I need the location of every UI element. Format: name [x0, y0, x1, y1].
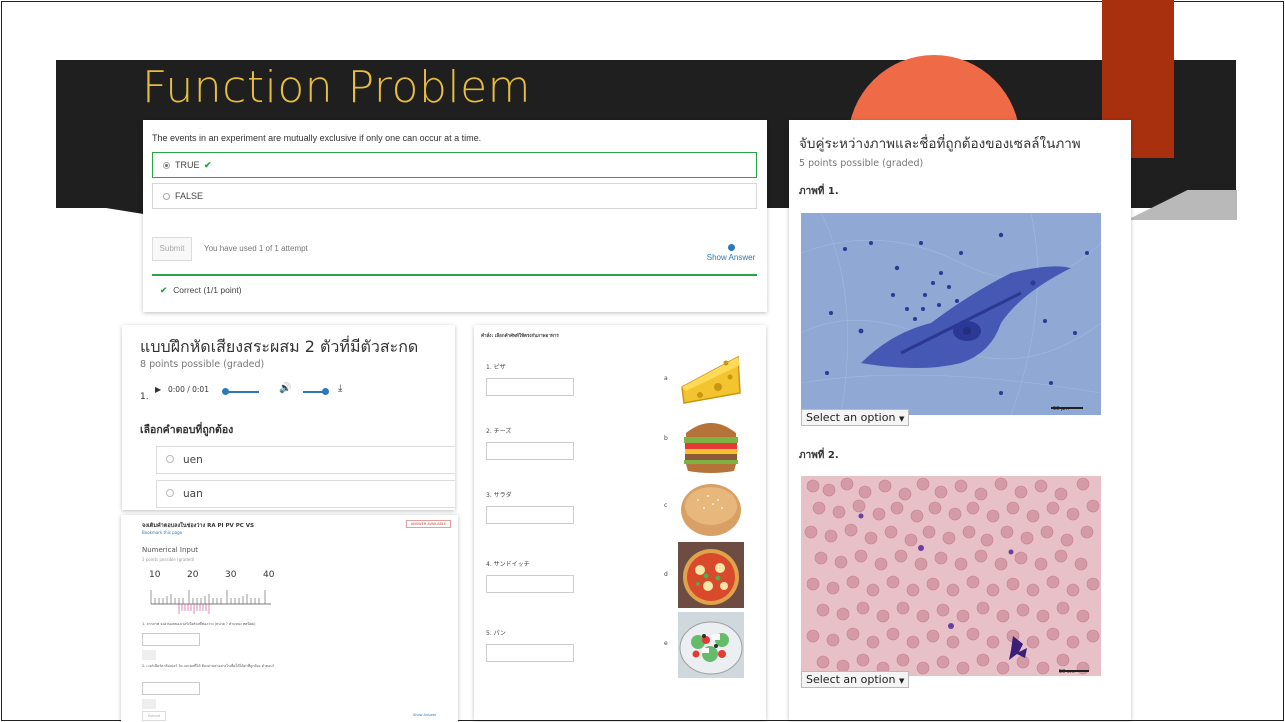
food-matching-panel: คำสั่ง: เลือกคำศัพท์ให้ตรงกับภาพอาหาร 1.… — [474, 325, 766, 720]
points-text: 8 points possible (graded) — [140, 359, 265, 370]
answer-input[interactable] — [486, 575, 574, 593]
points-text: 2 points possible (graded) — [142, 557, 195, 562]
answer-input[interactable] — [486, 644, 574, 662]
cell-matching-panel: จับคู่ระหว่างภาพและชื่อที่ถูกต้องของเซลล… — [789, 120, 1131, 720]
info-icon — [727, 244, 735, 251]
select-value: Select an option — [806, 673, 896, 686]
show-answer-label: Show Answer — [706, 253, 756, 262]
choice-letter: a — [664, 375, 668, 382]
choice-label: uan — [183, 488, 203, 500]
option-select-1[interactable]: Select an option ▼ — [801, 409, 910, 426]
instruction-text: คำสั่ง: เลือกคำศัพท์ให้ตรงกับภาพอาหาร — [481, 334, 559, 339]
radio-icon[interactable] — [163, 162, 170, 169]
matching-item: 4. サンドイッチ — [486, 559, 586, 593]
item-label: 4. サンドイッチ — [486, 561, 530, 568]
slide-title: Function Problem — [142, 62, 532, 113]
choice-letter: d — [664, 571, 668, 578]
chevron-down-icon: ▼ — [898, 677, 905, 685]
show-answer-button[interactable]: Show Answer — [701, 244, 761, 262]
question-text: 1. จากภาพ จงอ่านผลของเวอร์เนียร์ลงที่ช่อ… — [142, 622, 256, 626]
micrograph-image — [801, 213, 1101, 415]
download-icon[interactable]: ⤓ — [338, 383, 342, 394]
item-label: 2. チーズ — [486, 428, 512, 435]
radio-icon[interactable] — [163, 193, 170, 200]
option-false[interactable]: FALSE — [152, 183, 757, 209]
scale-label: 30 — [225, 570, 237, 580]
answer-input[interactable] — [486, 506, 574, 524]
choice-option[interactable]: uen — [156, 446, 455, 474]
scale-bar-label: 50 cm — [1059, 669, 1075, 675]
audio-time: 0:00 / 0:01 — [168, 385, 209, 394]
matching-item: 3. サラダ — [486, 490, 586, 524]
chevron-down-icon: ▼ — [898, 415, 905, 423]
volume-handle[interactable] — [322, 388, 329, 395]
choice-letter: c — [664, 502, 668, 509]
check-icon: ✔ — [204, 160, 212, 170]
audio-player[interactable]: ▶ 0:00 / 0:01 🔊 ⤓ — [155, 382, 365, 400]
scale-bar-label: 50 µm — [1053, 406, 1070, 412]
bookmark-link[interactable]: Bookmark this page — [142, 530, 182, 535]
question-text: 2. เวอร์เนียร์คาลิปเปอร์ วัด และผลที่ได้… — [142, 664, 275, 668]
select-value: Select an option — [806, 411, 896, 424]
audio-progress-track[interactable] — [225, 391, 259, 393]
matching-item: 1. ピザ — [486, 362, 586, 396]
choice-label: uen — [183, 454, 203, 466]
answer-input[interactable] — [486, 442, 574, 460]
check-button[interactable] — [142, 650, 156, 660]
pronunciation-panel: แบบฝึกหัดเสียงสระผสม 2 ตัวที่มีตัวสะกด 8… — [122, 325, 455, 510]
vernier-scale: 10 20 30 40 — [149, 570, 279, 625]
matching-item: 2. チーズ — [486, 426, 586, 460]
radio-icon[interactable] — [166, 489, 174, 497]
status-badge: ANSWER AVAILABLE — [406, 520, 451, 528]
truefalse-panel: The events in an experiment are mutually… — [143, 120, 767, 312]
salad-icon — [678, 612, 744, 678]
submit-button[interactable]: Submit — [142, 711, 166, 721]
scale-label: 10 — [149, 570, 161, 580]
choice-letter: b — [664, 435, 668, 442]
question-number: 1. — [140, 392, 149, 402]
item-label: 1. ピザ — [486, 364, 506, 371]
problem-title: จับคู่ระหว่างภาพและชื่อที่ถูกต้องของเซลล… — [799, 136, 1081, 152]
question-text: The events in an experiment are mutually… — [152, 133, 482, 143]
volume-icon[interactable]: 🔊 — [279, 383, 291, 394]
answer-input[interactable] — [486, 378, 574, 396]
figure-label: ภาพที่ 2. — [799, 450, 839, 461]
show-answer-button[interactable]: Show Answer — [413, 713, 436, 717]
bread-icon — [681, 484, 741, 536]
item-label: 3. サラダ — [486, 492, 512, 499]
item-label: 5. パン — [486, 630, 506, 637]
answer-input-1[interactable] — [142, 633, 200, 646]
answer-input-2[interactable] — [142, 682, 200, 695]
option-label: FALSE — [175, 191, 204, 201]
figure-label: ภาพที่ 1. — [799, 186, 839, 197]
micrograph-image — [801, 476, 1101, 676]
sandwich-icon — [684, 423, 738, 473]
problem-title: จงเติมคำตอบลงในช่องว่าง RA PI PV PC VS — [142, 523, 254, 529]
problem-subtitle: Numerical Input — [142, 546, 199, 554]
play-icon[interactable]: ▶ — [155, 385, 161, 394]
result-text: Correct (1/1 point) — [173, 285, 242, 295]
check-icon: ✔ — [160, 285, 168, 295]
pizza-icon — [678, 542, 744, 608]
matching-item: 5. パン — [486, 628, 586, 662]
option-select-2[interactable]: Select an option ▼ — [801, 671, 910, 688]
scale-label: 40 — [263, 570, 275, 580]
choice-letter: e — [664, 640, 668, 647]
points-text: 5 points possible (graded) — [799, 158, 924, 169]
audio-progress-handle[interactable] — [222, 388, 229, 395]
check-button[interactable] — [142, 699, 156, 709]
numerical-panel: จงเติมคำตอบลงในช่องว่าง RA PI PV PC VS B… — [121, 515, 458, 722]
ruler-ticks — [150, 590, 271, 614]
cheese-icon — [681, 355, 741, 404]
scale-label: 20 — [187, 570, 199, 580]
submit-button[interactable]: Submit — [152, 237, 192, 261]
prompt-text: เลือกคำตอบที่ถูกต้อง — [140, 424, 234, 436]
option-label: TRUE — [175, 160, 200, 170]
attempts-text: You have used 1 of 1 attempt — [204, 244, 308, 253]
option-true[interactable]: TRUE ✔ — [152, 152, 757, 178]
choice-option[interactable]: uan — [156, 480, 455, 508]
problem-title: แบบฝึกหัดเสียงสระผสม 2 ตัวที่มีตัวสะกด — [140, 337, 419, 356]
result-status: ✔ Correct (1/1 point) — [152, 274, 757, 296]
radio-icon[interactable] — [166, 455, 174, 463]
